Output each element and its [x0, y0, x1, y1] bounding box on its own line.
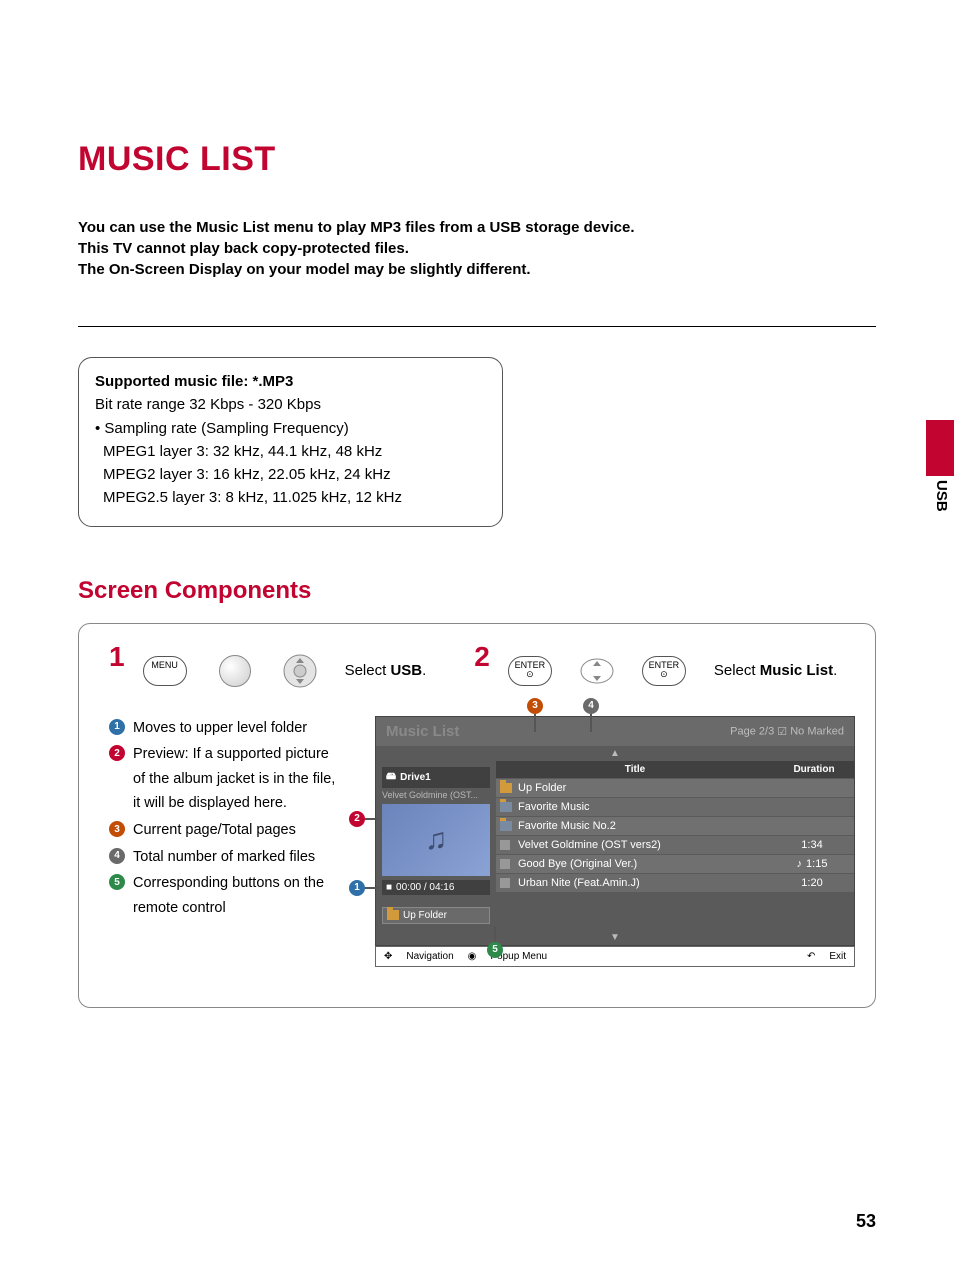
legend-text: Total number of marked files: [133, 845, 315, 870]
callout-marker-2: 2: [349, 811, 365, 827]
column-duration: Duration: [774, 761, 854, 778]
intro-block: You can use the Music List menu to play …: [78, 219, 876, 278]
step-1-text: Select USB.: [345, 662, 427, 679]
scroll-down-icon: ▼: [376, 930, 854, 945]
box-bullet: • Sampling rate (Sampling Frequency): [95, 417, 486, 440]
music-note-icon: ♫: [425, 823, 448, 857]
checkbox-icon: [500, 859, 510, 869]
screen-components-frame: 1 MENU Select USB. 2 ENTER⊙ ENTER⊙ Selec…: [78, 623, 876, 1008]
page-title: MUSIC LIST: [78, 140, 876, 179]
step-number-1: 1: [109, 641, 125, 673]
folder-up-icon: [500, 783, 512, 793]
callout-2-icon: 2: [109, 745, 125, 761]
legend: 1 Moves to upper level folder 2 Preview: I…: [109, 716, 337, 923]
tv-marked-count: No Marked: [790, 725, 844, 737]
list-item[interactable]: Velvet Goldmine (OST vers2)1:34: [496, 835, 854, 854]
dpad-icon: [580, 654, 614, 688]
album-preview: ♫: [382, 804, 490, 876]
preview-subtitle: Velvet Goldmine (OST...: [382, 788, 490, 802]
list-item[interactable]: Favorite Music No.2: [496, 816, 854, 835]
callout-4-icon: 4: [109, 848, 125, 864]
section-heading: Screen Components: [78, 577, 876, 605]
box-mpeg25: MPEG2.5 layer 3: 8 kHz, 11.025 kHz, 12 k…: [95, 486, 486, 509]
row-title: Favorite Music No.2: [512, 820, 774, 832]
row-title: Urban Nite (Feat.Amin.J): [512, 877, 774, 889]
drive-label: 🖴 Drive1: [382, 767, 490, 788]
checkbox-icon: [500, 878, 510, 888]
checkbox-icon: [500, 840, 510, 850]
legend-text: Corresponding buttons on the remote cont…: [133, 871, 337, 920]
enter-button: ENTER⊙: [642, 656, 686, 686]
return-icon: ↶: [807, 951, 815, 962]
folder-icon: [500, 821, 512, 831]
stop-icon: ■: [386, 882, 392, 893]
row-title: Favorite Music: [512, 801, 774, 813]
callout-1-icon: 1: [109, 719, 125, 735]
callout-marker-3: 3: [527, 698, 543, 714]
box-bitrate: Bit rate range 32 Kbps - 320 Kbps: [95, 393, 486, 416]
footer-navigation: Navigation: [406, 951, 453, 962]
page-number: 53: [856, 1211, 876, 1232]
side-tab: [926, 420, 954, 476]
row-duration: 1:20: [774, 877, 850, 889]
box-mpeg2: MPEG2 layer 3: 16 kHz, 22.05 kHz, 24 kHz: [95, 463, 486, 486]
play-time: ■ 00:00 / 04:16: [382, 880, 490, 895]
callout-3-icon: 3: [109, 821, 125, 837]
row-title: Up Folder: [512, 782, 774, 794]
scroll-up-icon: ▲: [376, 746, 854, 761]
legend-text: Moves to upper level folder: [133, 716, 307, 741]
intro-line: This TV cannot play back copy-protected …: [78, 240, 876, 257]
row-duration: 1:34: [774, 839, 850, 851]
supported-file-box: Supported music file: *.MP3 Bit rate ran…: [78, 357, 503, 527]
callout-marker-1: 1: [349, 880, 365, 896]
intro-line: The On-Screen Display on your model may …: [78, 261, 876, 278]
callout-marker-4: 4: [583, 698, 599, 714]
side-label: USB: [933, 480, 950, 512]
remote-circle-icon: [219, 655, 251, 687]
legend-text: Preview: If a supported picture of the a…: [133, 742, 337, 816]
folder-up-icon: [387, 910, 399, 920]
folder-icon: [500, 802, 512, 812]
row-title: Good Bye (Original Ver.): [512, 858, 774, 870]
list-item[interactable]: Good Bye (Original Ver.)♪1:15: [496, 854, 854, 873]
row-title: Velvet Goldmine (OST vers2): [512, 839, 774, 851]
list-item[interactable]: Favorite Music: [496, 797, 854, 816]
divider: [78, 326, 876, 327]
tv-page-indicator: Page 2/3: [730, 725, 774, 737]
tv-screenshot: 3 4 2 1 5 Music List Page 2/3 ☑ No: [355, 716, 855, 967]
column-title: Title: [496, 761, 774, 778]
legend-text: Current page/Total pages: [133, 818, 296, 843]
marked-check-icon: ☑: [777, 725, 787, 738]
step-number-2: 2: [474, 641, 490, 673]
box-heading: Supported music file: *.MP3: [95, 370, 486, 393]
callout-5-icon: 5: [109, 874, 125, 890]
box-mpeg1: MPEG1 layer 3: 32 kHz, 44.1 kHz, 48 kHz: [95, 440, 486, 463]
nav-icon: ✥: [384, 951, 392, 962]
enter-button: ENTER⊙: [508, 656, 552, 686]
dpad-icon: [283, 654, 317, 688]
up-folder-button[interactable]: Up Folder: [382, 907, 490, 924]
drive-icon: 🖴: [386, 769, 396, 786]
list-item[interactable]: Urban Nite (Feat.Amin.J)1:20: [496, 873, 854, 892]
playing-icon: ♪: [797, 858, 803, 870]
step-2-text: Select Music List.: [714, 662, 837, 679]
callout-marker-5: 5: [487, 942, 503, 958]
intro-line: You can use the Music List menu to play …: [78, 219, 876, 236]
tv-title: Music List: [386, 723, 459, 740]
enter-dot-icon: ◉: [468, 951, 477, 962]
row-duration: ♪1:15: [774, 858, 850, 870]
list-item[interactable]: Up Folder: [496, 778, 854, 797]
menu-button: MENU: [143, 656, 187, 686]
footer-exit: Exit: [829, 951, 846, 962]
